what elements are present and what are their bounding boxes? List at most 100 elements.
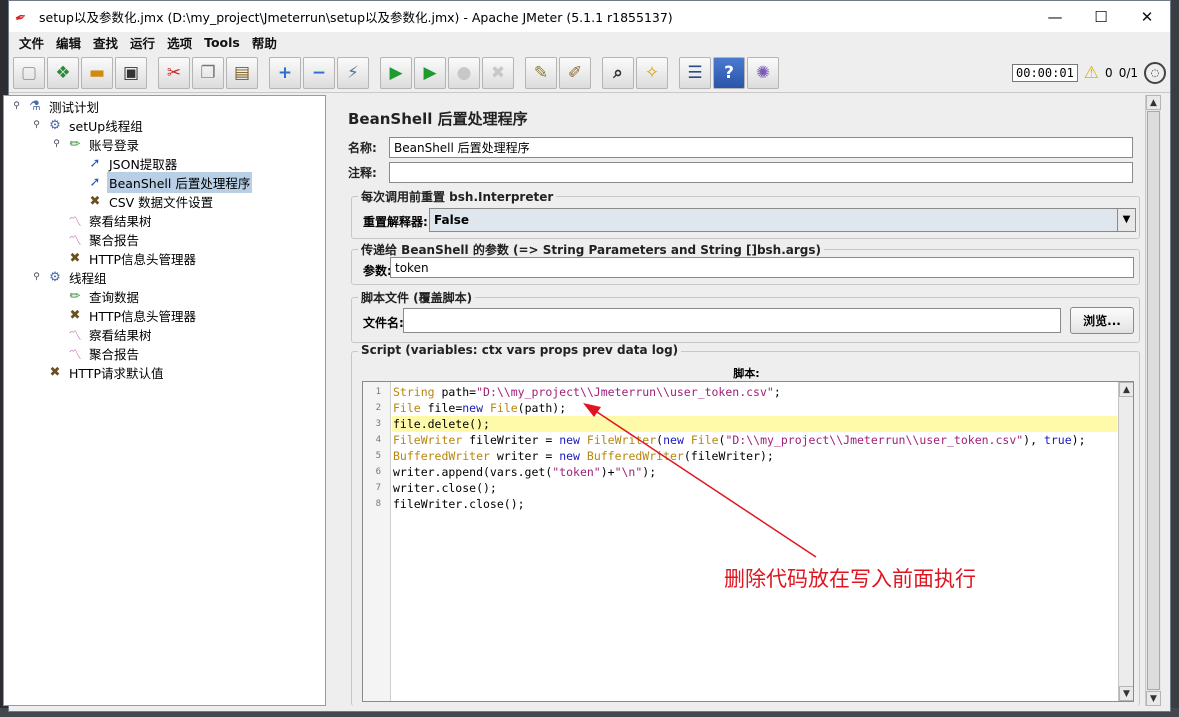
menu-options[interactable]: 选项 — [161, 33, 198, 52]
reset-label: 重置解释器: — [363, 215, 428, 229]
save-button[interactable]: ▣ — [115, 56, 147, 89]
tree-node[interactable]: ⚙ setUp线程组 — [46, 116, 145, 135]
code-line[interactable]: String path="D:\\my_project\\Jmeterrun\\… — [392, 384, 1117, 400]
start-no-pause-button[interactable]: ▶ — [414, 56, 446, 89]
maximize-button[interactable]: ☐ — [1078, 1, 1124, 32]
tree-expand-handle-icon[interactable]: ⚲ — [12, 102, 21, 111]
test-plan-tree[interactable]: ⚗ 测试计划 ⚲ ⚙ setUp线程组 ⚲ ✏ 账号登录 ⚲ ➚ JSON提取器 ➚ BeanShell… — [3, 95, 326, 706]
listener-icon: 〽 — [68, 215, 82, 230]
config-icon: ✖ — [69, 308, 81, 323]
clear-icon: ✎ — [533, 62, 549, 83]
tree-expand-handle-icon[interactable]: ⚲ — [32, 273, 41, 282]
params-label: 参数: — [363, 264, 392, 278]
cut-button[interactable]: ✂ — [158, 56, 190, 89]
clear-all-icon: ✐ — [567, 62, 583, 83]
remote-button[interactable]: ✺ — [747, 56, 779, 89]
menu-tools[interactable]: Tools — [198, 35, 246, 50]
tree-expand-handle-icon[interactable]: ⚲ — [52, 140, 61, 149]
tree-node[interactable]: 〽聚合报告 — [66, 344, 141, 363]
code-line[interactable]: file.delete(); — [392, 416, 1117, 432]
menu-file[interactable]: 文件 — [13, 33, 50, 52]
browse-button[interactable]: 浏览... — [1070, 307, 1134, 334]
tree-node[interactable]: 〽察看结果树 — [66, 211, 154, 230]
filename-field[interactable] — [403, 308, 1061, 333]
copy-button[interactable]: ❐ — [192, 56, 224, 89]
collapse-all-button[interactable]: − — [303, 56, 335, 89]
shutdown-button[interactable]: ✖ — [482, 56, 514, 89]
jmeter-feather-icon: ✒ — [12, 8, 30, 28]
reset-group-title: 每次调用前重置 bsh.Interpreter — [358, 188, 557, 205]
expand-icon: + — [277, 62, 293, 83]
reset-interpreter-select[interactable]: False ▼ — [429, 208, 1136, 232]
stop-button[interactable]: ● — [448, 56, 480, 89]
toggle-button[interactable]: ⚡ — [337, 56, 369, 89]
line-number: 3 — [375, 419, 381, 429]
menu-edit[interactable]: 编辑 — [50, 33, 87, 52]
chevron-down-icon[interactable]: ▼ — [1117, 209, 1135, 231]
tree-node[interactable]: ✏ 账号登录 — [66, 135, 141, 154]
name-row: 名称: — [348, 136, 1133, 158]
code-line[interactable]: fileWriter.close(); — [392, 496, 1117, 512]
function-helper-button[interactable]: ☰ — [679, 56, 711, 89]
close-button[interactable]: ✕ — [1124, 1, 1170, 32]
tree-node[interactable]: ➚ JSON提取器 — [86, 154, 179, 173]
templates-icon: ❖ — [55, 62, 71, 83]
panel-scroll-down-icon[interactable]: ▼ — [1146, 691, 1161, 706]
tree-node[interactable]: ⚗ 测试计划 — [26, 97, 101, 116]
warning-icon[interactable]: ⚠ — [1084, 63, 1099, 83]
tree-node[interactable]: ➚ BeanShell 后置处理程序 — [86, 172, 253, 193]
clear-all-button[interactable]: ✐ — [559, 56, 591, 89]
menu-run[interactable]: 运行 — [124, 33, 161, 52]
comment-label: 注释: — [348, 165, 377, 180]
tree-node[interactable]: ✖ HTTP信息头管理器 — [66, 306, 198, 325]
code-line[interactable]: BufferedWriter writer = new BufferedWrit… — [392, 448, 1117, 464]
name-field[interactable] — [389, 136, 1133, 158]
menu-help[interactable]: 帮助 — [246, 33, 283, 52]
help-button[interactable]: ? — [713, 56, 745, 89]
scroll-up-icon[interactable]: ▲ — [1119, 382, 1133, 397]
code-line[interactable]: FileWriter fileWriter = new FileWriter(n… — [392, 432, 1117, 448]
panel-scroll-up-icon[interactable]: ▲ — [1146, 95, 1161, 110]
new-button[interactable]: ▢ — [13, 56, 45, 89]
code-line[interactable]: writer.append(vars.get("token")+"\n"); — [392, 464, 1117, 480]
minimize-button[interactable]: — — [1032, 1, 1078, 32]
comment-field[interactable] — [389, 161, 1133, 183]
search-button[interactable]: ⌕ — [602, 56, 634, 89]
paste-button[interactable]: ▤ — [226, 56, 258, 89]
panel-scrollbar[interactable]: ▲ ▼ — [1145, 95, 1161, 706]
reset-search-button[interactable]: ✧ — [636, 56, 668, 89]
sampler-icon: ✏ — [69, 137, 81, 152]
tree-node[interactable]: ✖ HTTP信息头管理器 — [66, 249, 198, 268]
expand-all-button[interactable]: + — [269, 56, 301, 89]
status-area: 00:00:01 ⚠ 0 0/1 ◌ — [1012, 57, 1166, 89]
gear-icon: ⚙ — [49, 118, 61, 133]
split-divider[interactable] — [326, 95, 336, 706]
line-number: 5 — [375, 451, 381, 461]
code-line[interactable]: writer.close(); — [392, 480, 1117, 496]
tree-node[interactable]: 〽察看结果树 — [66, 325, 154, 344]
tree-node-label: HTTP信息头管理器 — [89, 309, 196, 324]
warning-count: 0 — [1105, 66, 1113, 80]
templates-button[interactable]: ❖ — [47, 56, 79, 89]
panel-scroll-thumb[interactable] — [1147, 111, 1160, 690]
tree-node[interactable]: ✏ 查询数据 — [66, 287, 141, 306]
start-button[interactable]: ▶ — [380, 56, 412, 89]
menu-search[interactable]: 查找 — [87, 33, 124, 52]
sampler-icon: ✏ — [69, 289, 81, 304]
open-button[interactable]: ▬ — [81, 56, 113, 89]
start-icon: ▶ — [389, 62, 403, 83]
code-line[interactable]: File file=new File(path); — [392, 400, 1117, 416]
script-editor[interactable]: 1 String path="D:\\my_project\\Jmeterrun\… — [362, 381, 1134, 702]
remote-status-icon[interactable]: ◌ — [1144, 62, 1166, 84]
editor-scrollbar[interactable]: ▲ ▼ — [1118, 382, 1133, 701]
scroll-down-icon[interactable]: ▼ — [1119, 686, 1133, 701]
tree-node[interactable]: ✖ CSV 数据文件设置 — [86, 192, 215, 211]
toolbar: ▢ ❖ ▬ ▣ ✂ ❐ ▤ + − ⚡ ▶ ▶ ● ✖ ✎ ✐ ⌕ ✧ ☰ ? … — [9, 53, 1170, 93]
clear-button[interactable]: ✎ — [525, 56, 557, 89]
tree-expand-handle-icon[interactable]: ⚲ — [32, 121, 41, 130]
parameters-field[interactable] — [390, 257, 1134, 278]
tree-node[interactable]: ⚙ 线程组 — [46, 268, 109, 287]
tree-node[interactable]: 〽聚合报告 — [66, 230, 141, 249]
tree-node[interactable]: ✖ HTTP请求默认值 — [46, 363, 166, 382]
copy-icon: ❐ — [200, 62, 216, 83]
